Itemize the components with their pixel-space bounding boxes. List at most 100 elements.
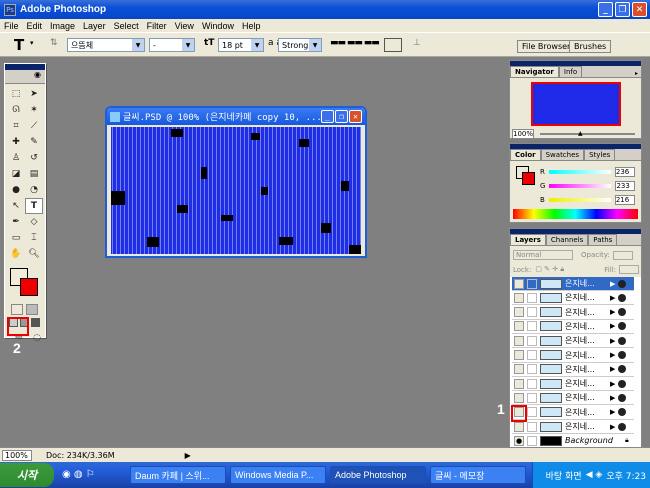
status-menu-arrow-icon[interactable]: ▶ <box>185 451 191 460</box>
layer-effects-icon[interactable] <box>618 336 627 345</box>
opacity-field[interactable] <box>612 250 633 260</box>
menu-file[interactable]: File <box>0 21 23 31</box>
task-notepad[interactable]: 글씨 - 메모장 <box>430 466 526 484</box>
tool-preset-arrow-icon[interactable]: ▾ <box>30 39 34 47</box>
link-toggle[interactable] <box>527 392 537 403</box>
slice-tool-icon[interactable]: ⟋ <box>25 118 43 134</box>
menu-filter[interactable]: Filter <box>143 21 171 31</box>
menu-window[interactable]: Window <box>198 21 238 31</box>
layer-effects-icon[interactable] <box>618 279 627 288</box>
expand-arrow-icon[interactable]: ▶ <box>610 322 615 330</box>
visibility-toggle[interactable] <box>514 392 524 403</box>
task-photoshop[interactable]: Adobe Photoshop <box>330 466 426 484</box>
document-canvas[interactable] <box>111 127 361 254</box>
file-browser-tab[interactable]: File Browser <box>517 40 576 53</box>
marquee-tool-icon[interactable]: ⬚ <box>7 86 25 102</box>
tab-swatches[interactable]: Swatches <box>540 149 585 160</box>
link-toggle[interactable] <box>527 321 537 332</box>
hand-tool-icon[interactable]: ✋ <box>7 246 25 262</box>
visibility-toggle[interactable] <box>514 307 524 318</box>
brush-tool-icon[interactable]: ✎ <box>25 134 43 150</box>
warp-text-icon[interactable]: ⊥ <box>413 38 421 48</box>
lasso-tool-icon[interactable]: ᘏ <box>7 102 25 118</box>
b-slider[interactable] <box>548 198 611 202</box>
expand-arrow-icon[interactable]: ▶ <box>610 308 615 316</box>
b-value[interactable]: 216 <box>614 195 635 205</box>
minimize-button[interactable]: _ <box>598 2 613 17</box>
menu-view[interactable]: View <box>171 21 198 31</box>
move-tool-icon[interactable]: ➤ <box>25 86 43 102</box>
doc-maximize-button[interactable]: ❐ <box>335 110 348 123</box>
expand-arrow-icon[interactable]: ▶ <box>610 294 615 302</box>
visibility-toggle[interactable] <box>514 321 524 332</box>
link-toggle[interactable] <box>527 350 537 360</box>
layer-row[interactable]: 은지네... ▶ <box>512 349 634 363</box>
link-toggle[interactable] <box>527 364 537 375</box>
close-button[interactable]: ✕ <box>632 2 647 17</box>
palette-menu-icon[interactable]: ▸ <box>635 70 638 77</box>
slider-thumb-icon[interactable]: ▲ <box>578 130 583 137</box>
menu-help[interactable]: Help <box>238 21 265 31</box>
font-style-select[interactable]: - ▼ <box>149 38 195 52</box>
tray-desktop-label[interactable]: 바탕 화면 <box>546 469 582 482</box>
zoom-field[interactable]: 100% <box>2 449 32 461</box>
align-buttons-icon[interactable]: ▬▬ ▬▬ ▬▬ <box>330 38 380 48</box>
expand-arrow-icon[interactable]: ▶ <box>610 380 615 388</box>
notes-tool-icon[interactable]: ▭ <box>7 230 25 246</box>
visibility-toggle[interactable] <box>514 335 524 346</box>
layer-effects-icon[interactable] <box>618 379 627 388</box>
link-toggle[interactable] <box>527 407 537 418</box>
color-bg-swatch[interactable] <box>522 172 535 185</box>
link-toggle[interactable] <box>527 378 537 389</box>
layer-effects-icon[interactable] <box>618 351 627 359</box>
document-title-bar[interactable]: 글씨.PSD @ 100% (은지네카페 copy 10, ... _ ❐ ✕ <box>107 108 365 125</box>
color-ramp[interactable] <box>513 209 638 219</box>
quickmask-mode-icon[interactable] <box>26 304 38 315</box>
clone-stamp-icon[interactable]: ♙ <box>7 150 25 166</box>
task-daum-cafe[interactable]: Daum 카페 | 스위... <box>130 466 226 484</box>
layer-row[interactable]: 은지네... ▶ <box>512 277 634 291</box>
background-color-swatch[interactable] <box>20 278 38 296</box>
visibility-toggle[interactable] <box>514 292 524 303</box>
start-button[interactable]: 시작 <box>0 463 54 487</box>
navigator-zoom-field[interactable]: 100% <box>512 129 534 139</box>
anti-alias-select[interactable]: Strong ▼ <box>278 38 322 52</box>
menu-image[interactable]: Image <box>46 21 79 31</box>
layer-effects-icon[interactable] <box>618 422 627 431</box>
layer-row[interactable]: 은지네... ▶ <box>512 406 634 420</box>
task-windows-media[interactable]: Windows Media P... <box>230 466 326 484</box>
expand-arrow-icon[interactable]: ▶ <box>610 394 615 402</box>
expand-arrow-icon[interactable]: ▶ <box>610 365 615 373</box>
layer-row[interactable]: 은지네... ▶ <box>512 306 634 320</box>
expand-arrow-icon[interactable]: ▶ <box>610 423 615 431</box>
link-toggle[interactable] <box>527 307 537 318</box>
tray-icons[interactable]: ◀ ◈ <box>586 470 603 480</box>
eyedropper-icon[interactable]: ⌶ <box>25 230 43 246</box>
fill-field[interactable] <box>619 265 639 274</box>
visibility-toggle[interactable] <box>514 364 524 375</box>
layer-row[interactable]: 은지네... ▶ <box>512 391 634 406</box>
expand-arrow-icon[interactable]: ▶ <box>610 280 615 288</box>
maximize-button[interactable]: ❐ <box>615 2 630 17</box>
layer-effects-icon[interactable] <box>618 408 627 417</box>
tab-channels[interactable]: Channels <box>545 234 589 245</box>
text-color-swatch[interactable] <box>384 38 402 52</box>
layer-effects-icon[interactable] <box>618 393 627 402</box>
g-slider[interactable] <box>549 184 612 188</box>
menu-layer[interactable]: Layer <box>79 21 110 31</box>
tab-info[interactable]: Info <box>558 66 583 77</box>
layer-row[interactable]: 은지네... ▶ <box>512 420 634 434</box>
text-orientation-icon[interactable]: ⇅ <box>50 38 58 48</box>
r-slider[interactable] <box>548 170 611 174</box>
layer-effects-icon[interactable] <box>618 293 627 302</box>
quick-launch-icons[interactable]: ◉ ◍ ⚐ <box>62 469 95 480</box>
menu-select[interactable]: Select <box>110 21 143 31</box>
pen-tool-icon[interactable]: ✒ <box>7 214 25 230</box>
eye-icon[interactable]: ● <box>514 435 524 446</box>
font-family-select[interactable]: 으뜸체 ▼ <box>67 38 145 52</box>
layer-row[interactable]: 은지네... ▶ <box>512 291 634 306</box>
history-brush-icon[interactable]: ↺ <box>25 150 43 166</box>
tab-color[interactable]: Color <box>510 149 541 160</box>
expand-arrow-icon[interactable]: ▶ <box>610 351 615 359</box>
link-toggle[interactable] <box>527 292 537 303</box>
